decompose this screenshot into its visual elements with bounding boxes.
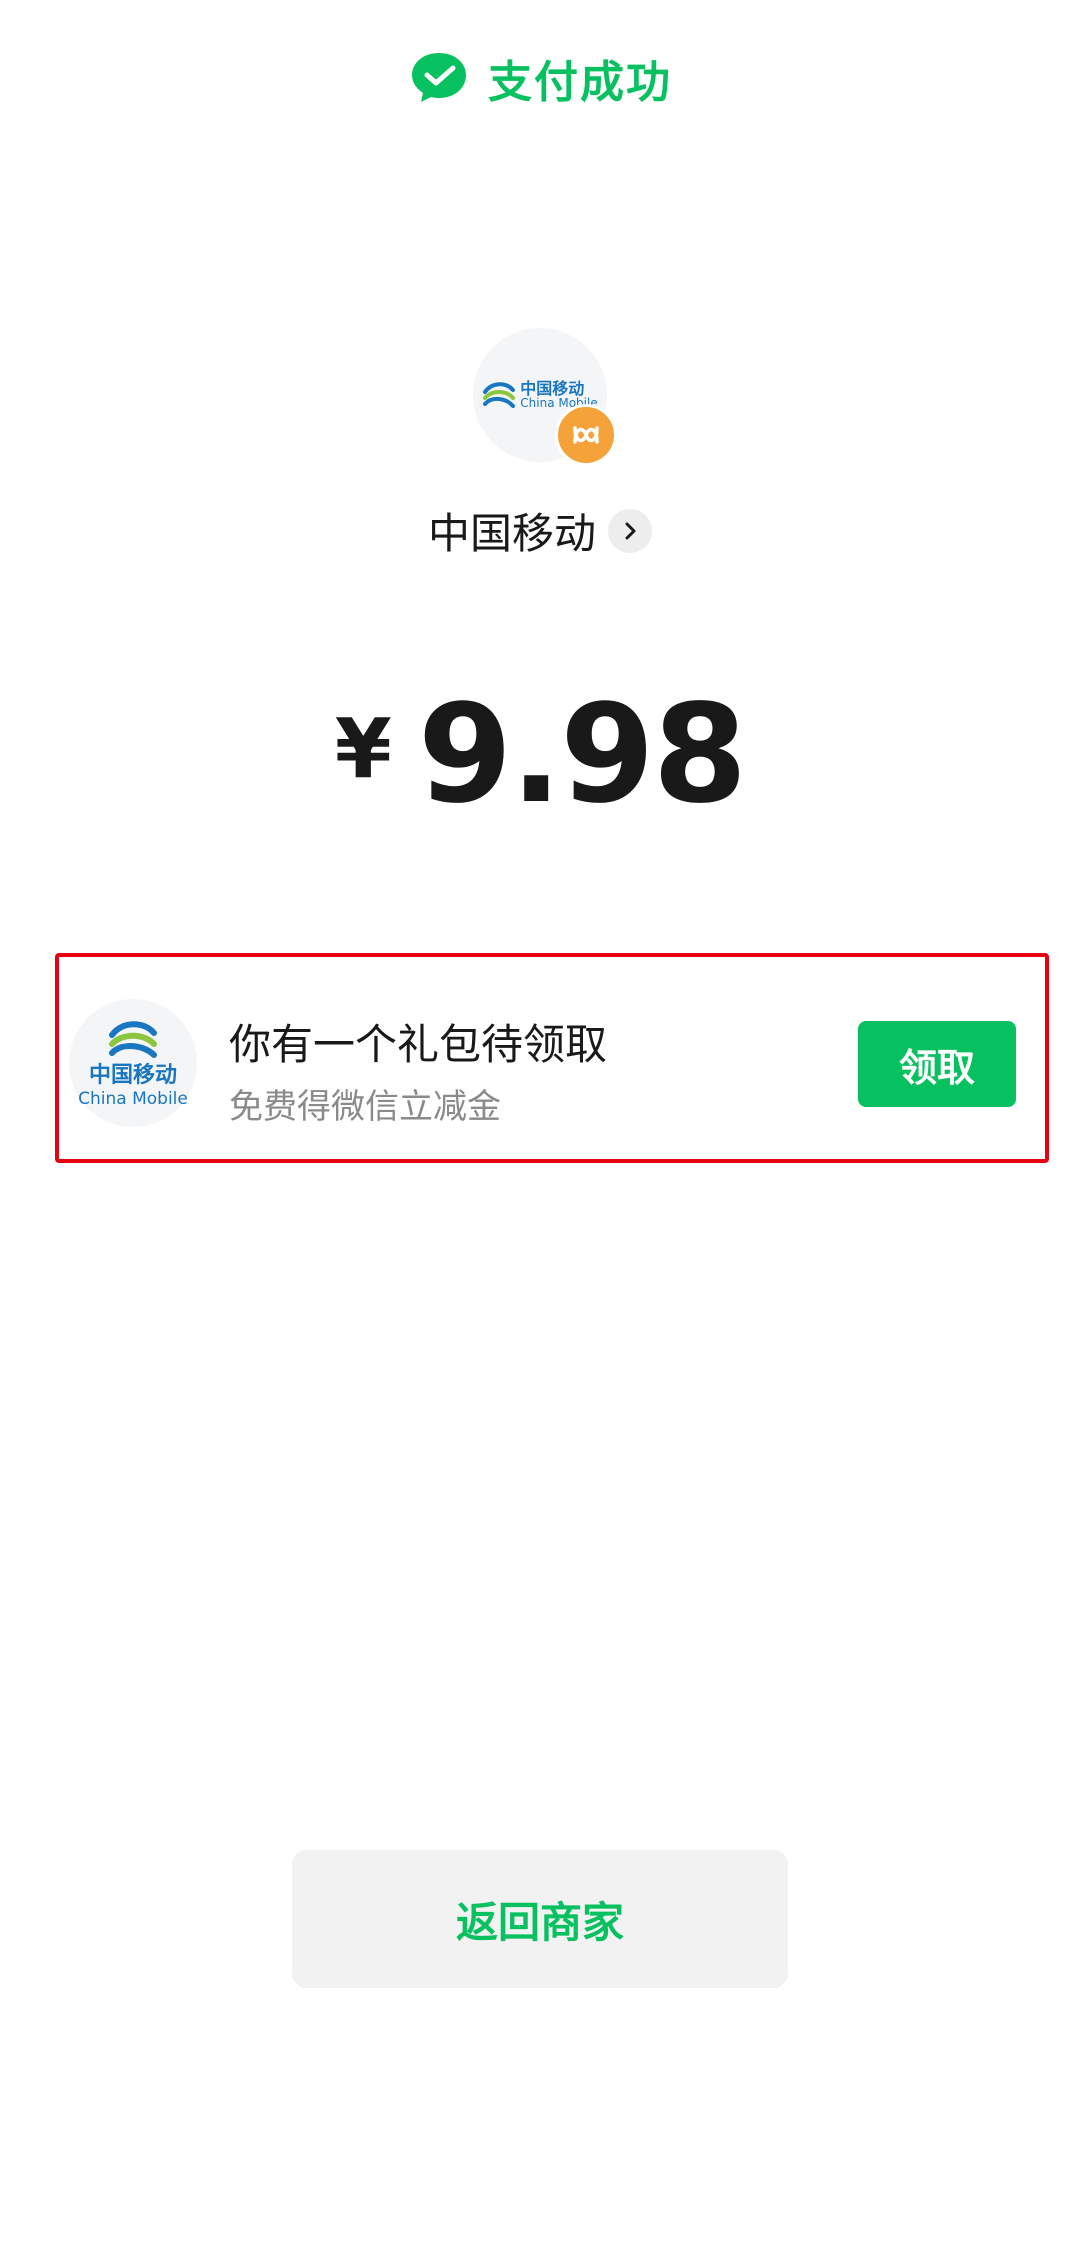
gift-title: 你有一个礼包待领取: [229, 1020, 608, 1069]
claim-button[interactable]: 领取: [858, 1021, 1016, 1107]
merchant-avatar[interactable]: 中国移动 China Mobile: [473, 328, 617, 466]
chevron-right-icon[interactable]: [608, 508, 652, 553]
currency-symbol: ¥: [334, 702, 392, 797]
wechat-pay-check-icon: [412, 53, 466, 102]
payment-success-header: 支付成功: [0, 46, 1080, 110]
mini-program-icon: [555, 404, 617, 466]
gift-subtitle: 免费得微信立减金: [229, 1087, 501, 1127]
payment-success-title: 支付成功: [488, 57, 672, 108]
payment-amount: ¥ 9.98: [0, 680, 1080, 830]
logo-text-zh: 中国移动: [520, 378, 585, 398]
china-mobile-swirl-icon: [109, 1020, 157, 1058]
gift-package-card[interactable]: 中国移动 China Mobile 你有一个礼包待领取 免费得微信立减金 领取: [55, 953, 1049, 1163]
merchant-name-link[interactable]: 中国移动: [0, 500, 1080, 561]
merchant-name: 中国移动: [427, 509, 596, 558]
china-mobile-gift-logo: 中国移动 China Mobile: [69, 999, 197, 1127]
amount-value: 9.98: [417, 676, 748, 834]
return-to-merchant-button[interactable]: 返回商家: [292, 1850, 788, 1988]
china-mobile-swirl-icon: [483, 382, 516, 408]
logo-text-en: China Mobile: [78, 1089, 188, 1109]
logo-text-zh: 中国移动: [88, 1062, 177, 1088]
